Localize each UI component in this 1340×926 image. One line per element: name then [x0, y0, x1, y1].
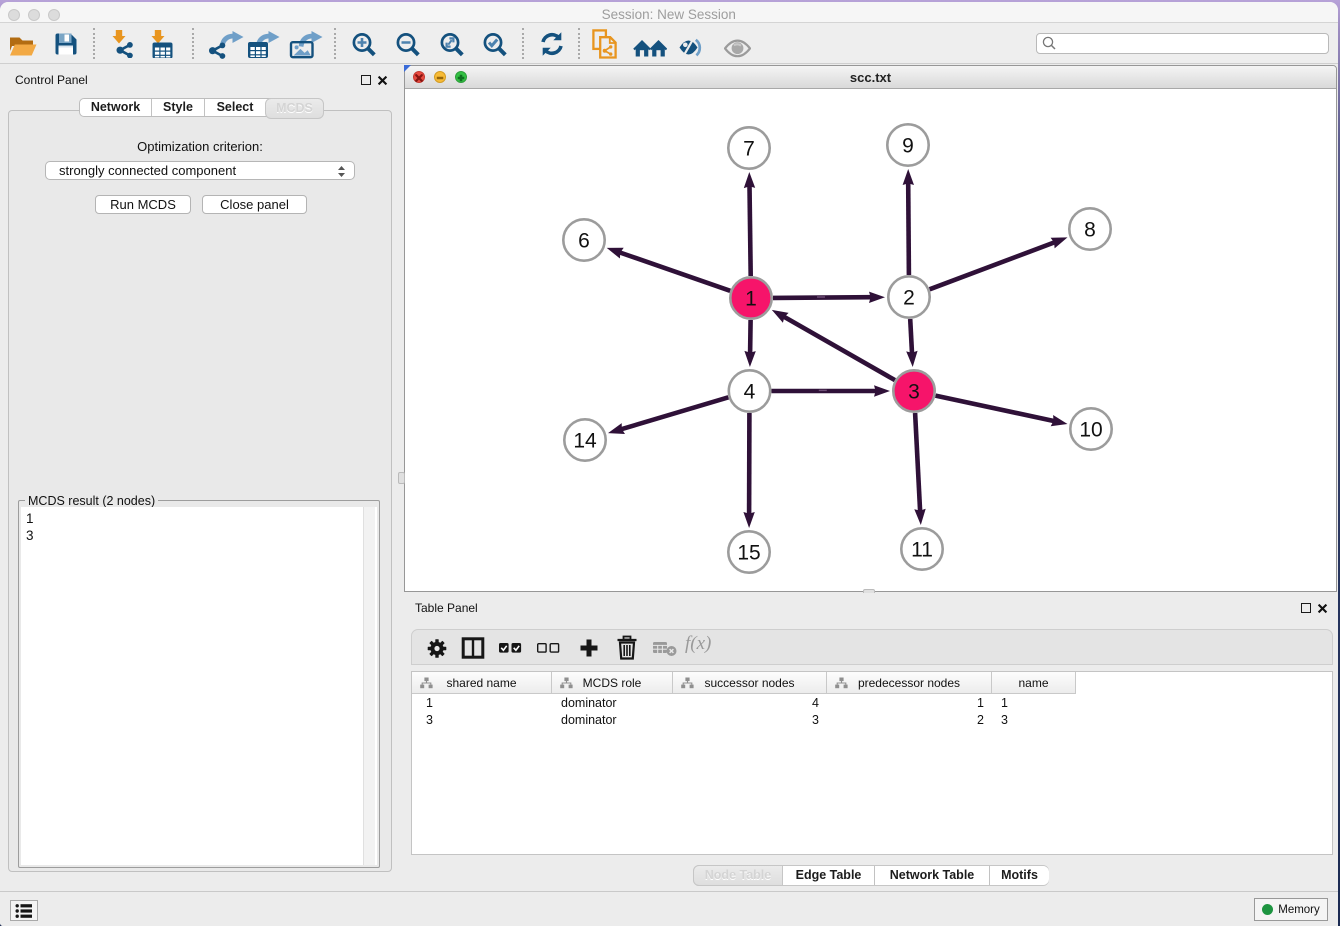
- svg-text:8: 8: [1084, 218, 1096, 241]
- svg-text:2: 2: [903, 286, 915, 309]
- svg-text:14: 14: [573, 429, 597, 452]
- svg-text:9: 9: [902, 134, 914, 157]
- svg-text:11: 11: [911, 538, 933, 561]
- svg-text:4: 4: [744, 380, 756, 403]
- svg-text:1: 1: [745, 287, 757, 310]
- svg-text:7: 7: [743, 137, 755, 160]
- svg-text:10: 10: [1079, 418, 1102, 441]
- svg-text:3: 3: [908, 380, 920, 403]
- svg-text:6: 6: [578, 229, 590, 252]
- svg-text:15: 15: [737, 541, 760, 564]
